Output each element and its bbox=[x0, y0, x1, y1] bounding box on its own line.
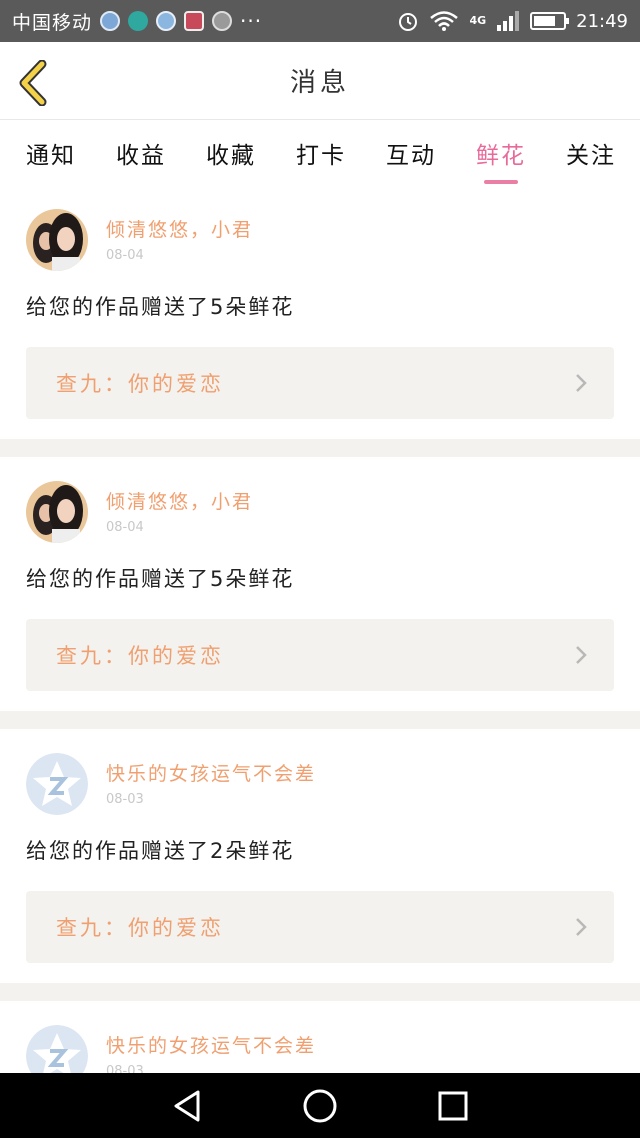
message-card: 快乐的女孩运气不会差 08-03 bbox=[0, 1001, 640, 1073]
avatar[interactable] bbox=[26, 481, 88, 543]
app-notification-icon bbox=[184, 11, 205, 31]
message-card: 倾清悠悠，小君 08-04 给您的作品赠送了5朵鲜花 查九：你的爱恋 bbox=[0, 457, 640, 711]
chevron-right-icon bbox=[576, 646, 587, 664]
nav-back-button[interactable] bbox=[169, 1088, 205, 1124]
work-title: 查九：你的爱恋 bbox=[56, 372, 224, 396]
message-text: 给您的作品赠送了5朵鲜花 bbox=[26, 295, 295, 319]
battery-fill bbox=[534, 16, 556, 26]
carrier-label: 中国移动 bbox=[12, 11, 93, 34]
avatar[interactable] bbox=[26, 209, 88, 271]
tab-checkin[interactable]: 打卡 bbox=[296, 136, 346, 170]
app-notification-icon bbox=[212, 11, 233, 31]
square-recents-icon bbox=[438, 1091, 468, 1120]
system-nav-bar bbox=[0, 1073, 640, 1138]
message-date: 08-04 bbox=[106, 248, 144, 263]
signal-icon bbox=[497, 11, 520, 31]
wifi-icon bbox=[430, 11, 459, 31]
message-text: 给您的作品赠送了5朵鲜花 bbox=[26, 567, 295, 591]
network-type-label: 4G bbox=[469, 14, 487, 27]
message-card: 快乐的女孩运气不会差 08-03 给您的作品赠送了2朵鲜花 查九：你的爱恋 bbox=[0, 729, 640, 983]
clock: 21:49 bbox=[576, 10, 628, 32]
triangle-back-icon bbox=[174, 1090, 200, 1121]
work-link[interactable]: 查九：你的爱恋 bbox=[26, 347, 614, 419]
sender-name[interactable]: 快乐的女孩运气不会差 bbox=[106, 759, 316, 786]
sender-name[interactable]: 快乐的女孩运气不会差 bbox=[106, 1031, 316, 1058]
message-date: 08-03 bbox=[106, 792, 144, 807]
status-bar: 中国移动 ··· 4G 21:49 bbox=[0, 0, 640, 42]
chevron-right-icon bbox=[576, 918, 587, 936]
nav-recents-button[interactable] bbox=[435, 1088, 471, 1124]
chevron-right-icon bbox=[576, 374, 587, 392]
work-title: 查九：你的爱恋 bbox=[56, 916, 224, 940]
work-link[interactable]: 查九：你的爱恋 bbox=[26, 891, 614, 963]
message-list[interactable]: 倾清悠悠，小君 08-04 给您的作品赠送了5朵鲜花 查九：你的爱恋 倾清悠悠，… bbox=[0, 185, 640, 1073]
tab-interaction[interactable]: 互动 bbox=[386, 136, 436, 170]
more-notifications-icon: ··· bbox=[240, 9, 263, 33]
default-avatar[interactable] bbox=[26, 1025, 88, 1073]
back-button[interactable] bbox=[16, 60, 50, 106]
sender-name[interactable]: 倾清悠悠，小君 bbox=[106, 215, 253, 242]
header: 消息 bbox=[0, 42, 640, 120]
message-card: 倾清悠悠，小君 08-04 给您的作品赠送了5朵鲜花 查九：你的爱恋 bbox=[0, 185, 640, 439]
tab-flowers[interactable]: 鲜花 bbox=[476, 136, 526, 170]
app-notification-icon bbox=[100, 11, 121, 31]
tab-following[interactable]: 关注 bbox=[566, 136, 616, 170]
sender-name[interactable]: 倾清悠悠，小君 bbox=[106, 487, 253, 514]
tab-favorites[interactable]: 收藏 bbox=[206, 136, 256, 170]
work-title: 查九：你的爱恋 bbox=[56, 644, 224, 668]
default-avatar[interactable] bbox=[26, 753, 88, 815]
nav-home-button[interactable] bbox=[302, 1088, 338, 1124]
message-date: 08-04 bbox=[106, 520, 144, 535]
alarm-icon bbox=[399, 13, 418, 31]
page-title: 消息 bbox=[289, 68, 350, 98]
battery-icon bbox=[530, 12, 570, 30]
work-link[interactable]: 查九：你的爱恋 bbox=[26, 619, 614, 691]
tab-notifications[interactable]: 通知 bbox=[26, 136, 76, 170]
circle-home-icon bbox=[303, 1089, 337, 1122]
message-date: 08-03 bbox=[106, 1064, 144, 1073]
app-notification-icon bbox=[156, 11, 177, 31]
message-text: 给您的作品赠送了2朵鲜花 bbox=[26, 839, 295, 863]
tab-bar: 通知 收益 收藏 打卡 互动 鲜花 关注 bbox=[0, 121, 640, 185]
moon-icon bbox=[128, 11, 149, 31]
tab-earnings[interactable]: 收益 bbox=[116, 136, 166, 170]
